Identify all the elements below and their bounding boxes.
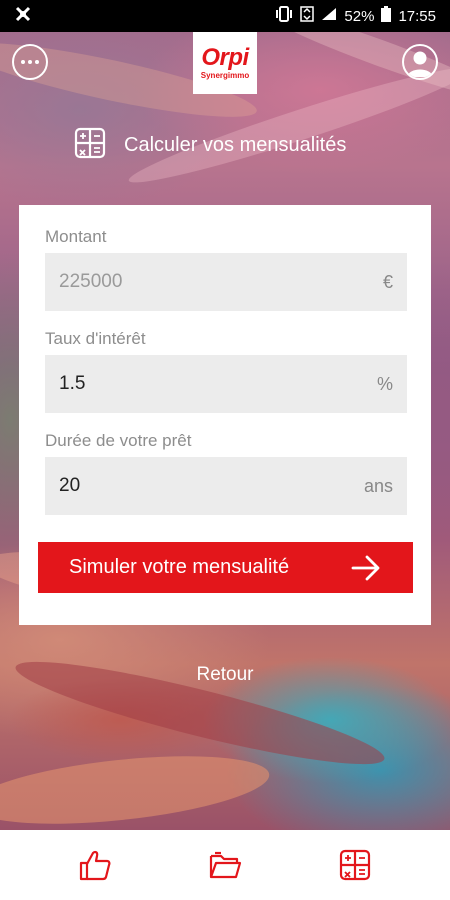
nav-favorites[interactable] [75,845,115,885]
back-link[interactable]: Retour [0,664,450,686]
logo-brand-text: Orpi [201,44,249,71]
battery-icon [381,6,392,26]
amount-field[interactable]: € [45,253,407,311]
more-options-button[interactable] [12,44,48,80]
battery-percent: 52% [344,7,375,25]
page-title: Calculer vos mensualités [124,133,347,156]
thumbs-up-icon [79,850,111,881]
page-title-row: Calculer vos mensualités [74,127,347,164]
nav-projects[interactable] [205,845,245,885]
user-icon [406,51,433,77]
simulate-button[interactable]: Simuler votre mensualité [38,542,413,593]
status-bar: 52% 17:55 [0,0,450,32]
signal-icon [321,7,337,25]
nav-calculator[interactable] [335,845,375,885]
simulate-button-label: Simuler votre mensualité [69,556,290,578]
rate-field[interactable]: % [45,355,407,413]
calculator-outline-icon [74,127,106,164]
amount-input[interactable] [59,271,339,293]
loan-calculator-card: Montant € Taux d'intérêt % Durée de votr… [19,205,431,625]
clock: 17:55 [398,7,436,25]
currency-unit: € [382,271,393,292]
data-icon [300,6,315,26]
amount-label: Montant [45,227,107,246]
rate-input[interactable] [59,373,339,395]
vibrate-icon [275,6,293,26]
percent-unit: % [376,373,393,394]
calculator-icon [339,849,371,881]
folder-open-icon [209,851,242,879]
years-unit: ans [363,475,393,496]
logo-subtitle: Synergimmo [200,71,250,80]
more-dots-icon [21,60,25,64]
more-dots-icon-dot [28,60,32,64]
more-dots-icon-dot [35,60,39,64]
app-notification-icon [14,5,32,27]
duration-field[interactable]: ans [45,457,407,515]
brand-logo: Orpi Synergimmo [193,32,257,94]
profile-button[interactable] [402,44,438,80]
rate-label: Taux d'intérêt [45,329,146,348]
duration-input[interactable] [59,475,339,497]
bottom-navigation [0,830,450,900]
arrow-right-icon [351,555,380,580]
duration-label: Durée de votre prêt [45,431,192,450]
